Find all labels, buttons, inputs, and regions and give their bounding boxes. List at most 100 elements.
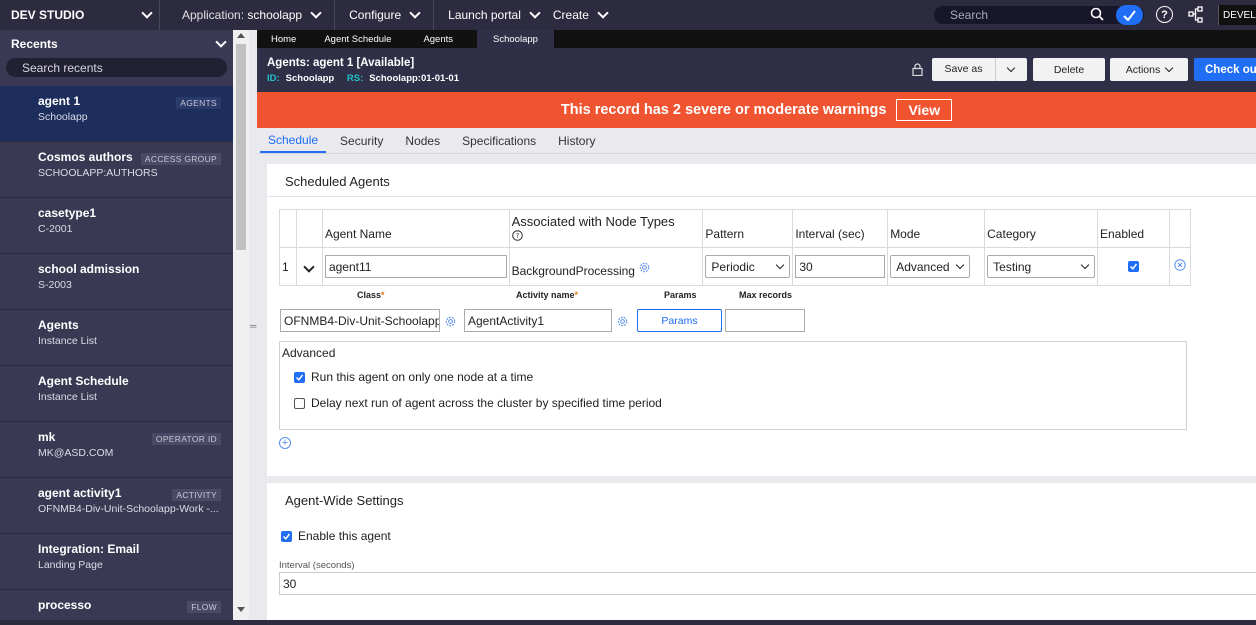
bottom-strip [0,620,1256,625]
delete-button[interactable]: Delete [1033,58,1105,81]
save-as-dropdown[interactable] [996,63,1026,72]
recent-item[interactable]: Integration: Email Landing Page [0,534,233,590]
recents-search-placeholder: Search recents [22,60,103,75]
pattern-select[interactable]: Periodic [705,255,791,278]
recent-item-subtitle: MK@ASD.COM [38,447,114,459]
sidebar-scrollbar[interactable] [233,30,249,625]
recent-item-subtitle: Landing Page [38,559,103,571]
tab-home[interactable]: Home [257,30,310,48]
enabled-checkbox[interactable] [1127,260,1139,272]
chevron-down-icon [310,7,322,19]
remove-row-icon[interactable] [1174,259,1186,271]
run-one-node-option[interactable]: Run this agent on only one node at a tim… [294,370,533,384]
recent-item[interactable]: Agents Instance List [0,310,233,366]
chevron-down-icon [1080,260,1090,269]
view-warnings-button[interactable]: View [896,99,953,121]
question-circle-icon[interactable]: ? [511,229,523,241]
splitter-grip-icon[interactable]: ═ [250,321,256,331]
agent-name-input[interactable]: agent11 [324,255,507,278]
recent-item-badge: OPERATOR ID [151,433,221,445]
category-select[interactable]: Testing [987,255,1095,278]
interval-seconds-label: Interval (seconds) [279,560,355,571]
pane-splitter[interactable]: ═ [249,30,257,625]
scheduled-agents-table: Agent Name Associated with Node Types ? … [279,209,1192,286]
recents-header[interactable]: Recents [0,33,233,55]
run-one-node-checkbox[interactable] [294,371,305,383]
menu-create-label: Create [552,8,589,22]
scroll-down-arrow-icon[interactable] [237,607,245,612]
help-icon[interactable]: ? [1156,6,1173,23]
chevron-down-icon [141,7,153,19]
recents-sidebar: Recents Search recents agent 1 Schoolapp… [0,30,233,625]
recent-item[interactable]: agent 1 Schoolapp AGENTS [0,86,233,142]
col-agent-name: Agent Name [321,209,510,248]
search-submit-button[interactable] [1116,5,1143,25]
application-switcher[interactable]: Application: schoolapp [160,0,334,30]
search-icon[interactable] [1090,7,1104,21]
user-badge[interactable]: DEVELO [1218,5,1256,25]
studio-name: DEV STUDIO [11,8,85,22]
tab-security[interactable]: Security [332,134,391,153]
save-as-label: Save as [932,58,996,81]
gear-icon[interactable] [616,315,629,328]
gear-icon[interactable] [638,261,651,274]
gear-icon[interactable] [444,315,457,328]
check-icon [282,533,291,540]
record-subtabs: Schedule Security Nodes Specifications H… [257,128,1256,154]
enable-agent-checkbox[interactable] [281,530,292,542]
studio-switcher[interactable]: DEV STUDIO [0,0,160,30]
recent-item[interactable]: Agent Schedule Instance List [0,366,233,422]
tab-schedule[interactable]: Schedule [260,133,327,153]
application-label: Application: [182,8,245,22]
recent-item-title: casetype1 [38,206,97,220]
menu-create[interactable]: Create [553,0,621,30]
warning-banner: This record has 2 severe or moderate war… [257,92,1256,128]
delay-next-run-checkbox[interactable] [294,397,305,409]
global-search-input[interactable]: Search [934,6,1144,24]
hierarchy-icon[interactable] [1188,6,1204,23]
recent-item-subtitle: SCHOOLAPP:AUTHORS [38,167,158,179]
scroll-up-arrow-icon[interactable] [237,33,245,38]
tab-specifications[interactable]: Specifications [454,134,544,153]
col-node-types-label: Associated with Node Types [511,213,675,229]
enable-agent-option[interactable]: Enable this agent [281,529,391,543]
recent-item[interactable]: casetype1 C-2001 [0,198,233,254]
expand-header [295,209,323,248]
menu-configure[interactable]: Configure [335,0,433,30]
recent-item[interactable]: Cosmos authors SCHOOLAPP:AUTHORS ACCESS … [0,142,233,198]
activity-name-input[interactable]: AgentActivity1 [464,309,612,332]
tab-schoolapp[interactable]: Schoolapp [477,30,554,48]
tab-history[interactable]: History [550,134,603,153]
actions-button[interactable]: Actions [1110,58,1188,81]
tab-agent-schedule[interactable]: Agent Schedule [310,30,405,48]
check-out-button[interactable]: Check out [1194,58,1256,81]
agent-wide-settings-panel: Agent-Wide Settings Enable this agent In… [267,483,1256,625]
save-as-button[interactable]: Save as [932,58,1027,81]
class-input[interactable]: OFNMB4-Div-Unit-Schoolapp- [280,309,440,332]
mode-value: Advanced [896,259,950,274]
menu-configure-label: Configure [349,8,402,22]
chevron-down-icon [215,36,227,48]
tab-agents[interactable]: Agents [405,30,477,48]
delay-next-run-option[interactable]: Delay next run of agent across the clust… [294,396,662,410]
activity-input-value: AgentActivity1 [468,313,545,328]
interval-seconds-input[interactable]: 30 [279,572,1256,595]
scrollbar-thumb[interactable] [236,44,246,250]
row-expand-toggle[interactable] [295,247,323,286]
add-row-icon[interactable]: + [279,437,291,449]
table-header-row: Agent Name Associated with Node Types ? … [279,209,1192,248]
menu-launch-portal[interactable]: Launch portal [434,0,553,30]
interval-input[interactable]: 30 [795,255,886,278]
recent-item[interactable]: school admission S-2003 [0,254,233,310]
chevron-down-icon [955,260,965,269]
recents-search-input[interactable]: Search recents [6,58,227,77]
params-button[interactable]: Params [637,309,722,332]
recent-item-subtitle: Schoolapp [38,111,88,123]
chevron-down-icon [597,7,609,19]
mode-select[interactable]: Advanced [890,255,971,278]
max-records-input[interactable] [725,309,805,332]
recent-item[interactable]: mk MK@ASD.COM OPERATOR ID [0,422,233,478]
recent-item[interactable]: agent activity1 OFNMB4-Div-Unit-Schoolap… [0,478,233,534]
tab-nodes[interactable]: Nodes [397,134,448,153]
params-label: Params [664,290,697,300]
